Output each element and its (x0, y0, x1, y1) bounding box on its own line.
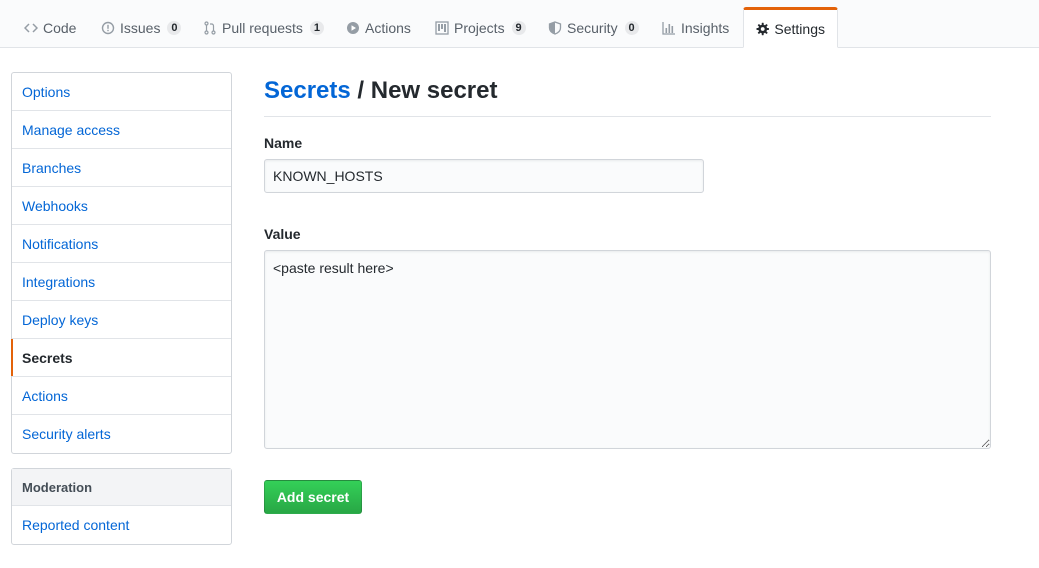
settings-sidebar-menu: Options Manage access Branches Webhooks … (11, 72, 232, 454)
sidebar-item-options[interactable]: Options (12, 73, 231, 111)
tab-actions[interactable]: Actions (334, 8, 423, 48)
gear-icon (756, 22, 769, 35)
pull-requests-counter: 1 (309, 21, 324, 35)
add-secret-button[interactable]: Add secret (264, 480, 362, 514)
project-icon (435, 21, 449, 35)
sidebar-item-webhooks[interactable]: Webhooks (12, 187, 231, 225)
tab-label: Insights (681, 20, 730, 36)
graph-icon (662, 22, 675, 35)
sidebar-item-notifications[interactable]: Notifications (12, 225, 231, 263)
tab-settings[interactable]: Settings (743, 7, 838, 48)
issues-counter: 0 (167, 21, 182, 35)
tab-label: Issues (120, 20, 161, 36)
issue-opened-icon (101, 21, 115, 35)
tab-security[interactable]: Security 0 (536, 8, 651, 48)
git-pull-request-icon (204, 21, 216, 35)
tab-code[interactable]: Code (12, 8, 88, 48)
tab-projects[interactable]: Projects 9 (423, 8, 538, 48)
new-secret-form: Secrets / New secret Name Value <paste r… (264, 72, 991, 514)
sidebar-item-deploy-keys[interactable]: Deploy keys (12, 301, 231, 339)
tab-label: Settings (774, 20, 825, 37)
sidebar-item-security-alerts[interactable]: Security alerts (12, 415, 231, 453)
breadcrumb-separator: / (350, 77, 371, 104)
moderation-heading: Moderation (12, 469, 231, 506)
tab-label: Actions (365, 20, 411, 36)
sidebar-item-secrets[interactable]: Secrets (11, 339, 231, 377)
play-icon (347, 22, 359, 34)
security-counter: 0 (624, 21, 639, 35)
page-title: Secrets / New secret (264, 72, 991, 117)
sidebar-item-integrations[interactable]: Integrations (12, 263, 231, 301)
page-title-text: New secret (370, 77, 498, 104)
value-label: Value (264, 226, 301, 242)
code-icon (24, 23, 38, 33)
tab-label: Pull requests (222, 20, 303, 36)
tab-label: Code (43, 20, 77, 36)
secret-value-textarea[interactable]: <paste result here> (264, 250, 991, 449)
tab-label: Projects (454, 20, 505, 36)
sidebar-item-manage-access[interactable]: Manage access (12, 111, 231, 149)
name-label: Name (264, 135, 303, 151)
tab-pull-requests[interactable]: Pull requests 1 (191, 8, 336, 48)
projects-counter: 9 (511, 21, 526, 35)
shield-icon (548, 21, 562, 35)
sidebar-item-reported-content[interactable]: Reported content (12, 506, 231, 544)
breadcrumb-secrets-link[interactable]: Secrets (264, 77, 351, 104)
tab-issues[interactable]: Issues 0 (89, 8, 193, 48)
sidebar-item-actions[interactable]: Actions (12, 377, 231, 415)
sidebar-item-branches[interactable]: Branches (12, 149, 231, 187)
tab-label: Security (567, 20, 618, 36)
repo-nav-tabs: Code Issues 0 Pull requests 1 Actions Pr… (0, 0, 1039, 48)
tab-insights[interactable]: Insights (650, 8, 741, 48)
moderation-sidebar-menu: Moderation Reported content (11, 468, 232, 545)
secret-name-input[interactable] (264, 159, 704, 193)
